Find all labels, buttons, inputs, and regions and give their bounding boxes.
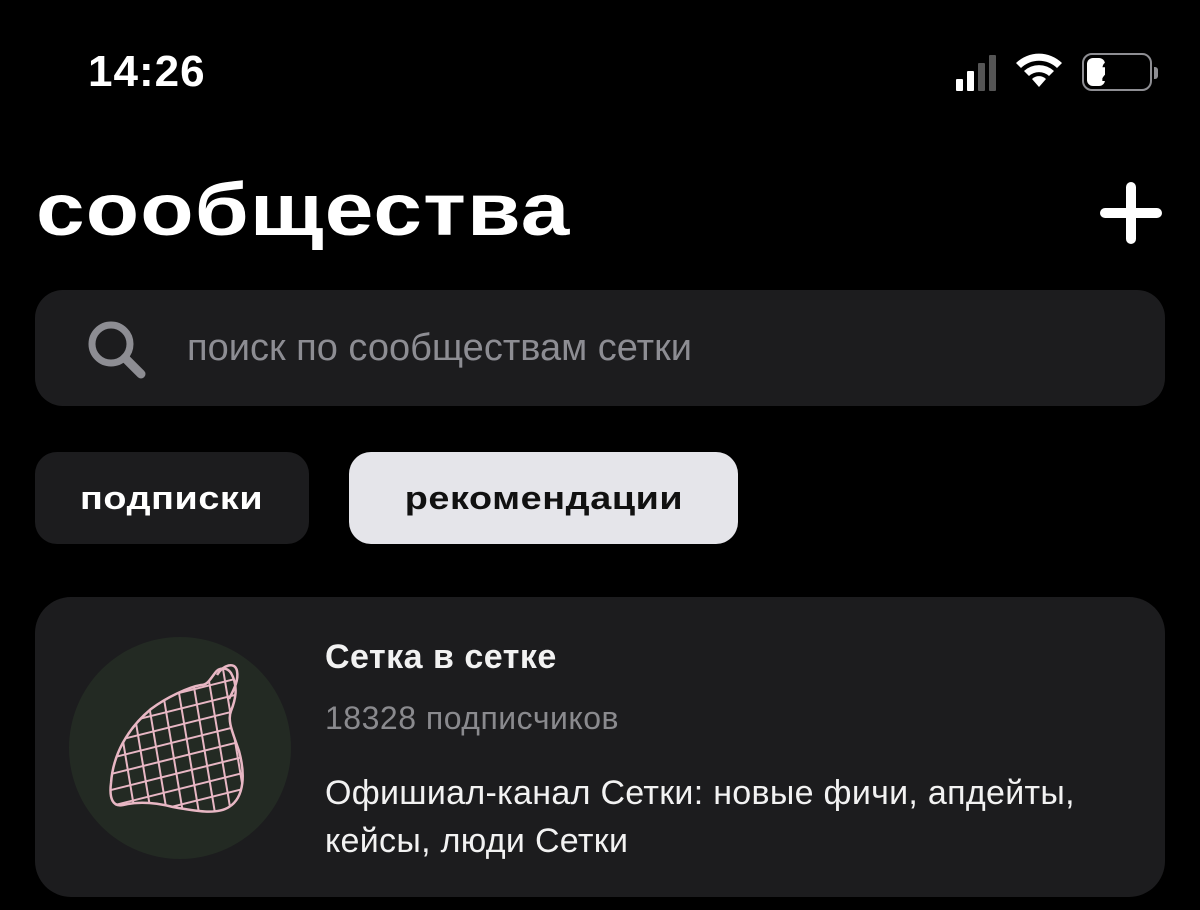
wifi-icon <box>1014 51 1064 94</box>
tab-recommendations-label: рекомендации <box>404 479 683 516</box>
community-subscribers: 18328 подписчиков <box>325 700 620 736</box>
add-community-button[interactable] <box>1098 180 1164 246</box>
mesh-bag-icon <box>109 663 244 813</box>
plus-icon <box>1100 182 1162 244</box>
community-avatar <box>69 637 291 859</box>
communities-screen: 14:26 24 сообщества поиск по сообществам… <box>0 0 1200 910</box>
status-time: 14:26 <box>88 47 206 96</box>
page-title: сообщества <box>36 168 571 251</box>
tab-recommendations[interactable]: рекомендации <box>349 452 738 544</box>
search-input[interactable] <box>187 318 1127 378</box>
community-card[interactable]: Сетка в сетке 18328 подписчиков Офишиал-… <box>35 597 1165 897</box>
tab-subscriptions[interactable]: подписки <box>35 452 309 544</box>
search-icon <box>85 318 149 382</box>
search-bar[interactable] <box>35 290 1165 406</box>
tab-subscriptions-label: подписки <box>80 479 264 516</box>
community-title: Сетка в сетке <box>325 638 557 676</box>
battery-icon: 24 <box>1082 53 1158 91</box>
community-description: Офишиал-канал Сетки: новые фичи, апдейты… <box>325 774 1075 860</box>
cellular-signal-icon <box>956 53 996 91</box>
battery-level: 24 <box>1101 56 1133 87</box>
status-icons: 24 <box>956 50 1158 94</box>
